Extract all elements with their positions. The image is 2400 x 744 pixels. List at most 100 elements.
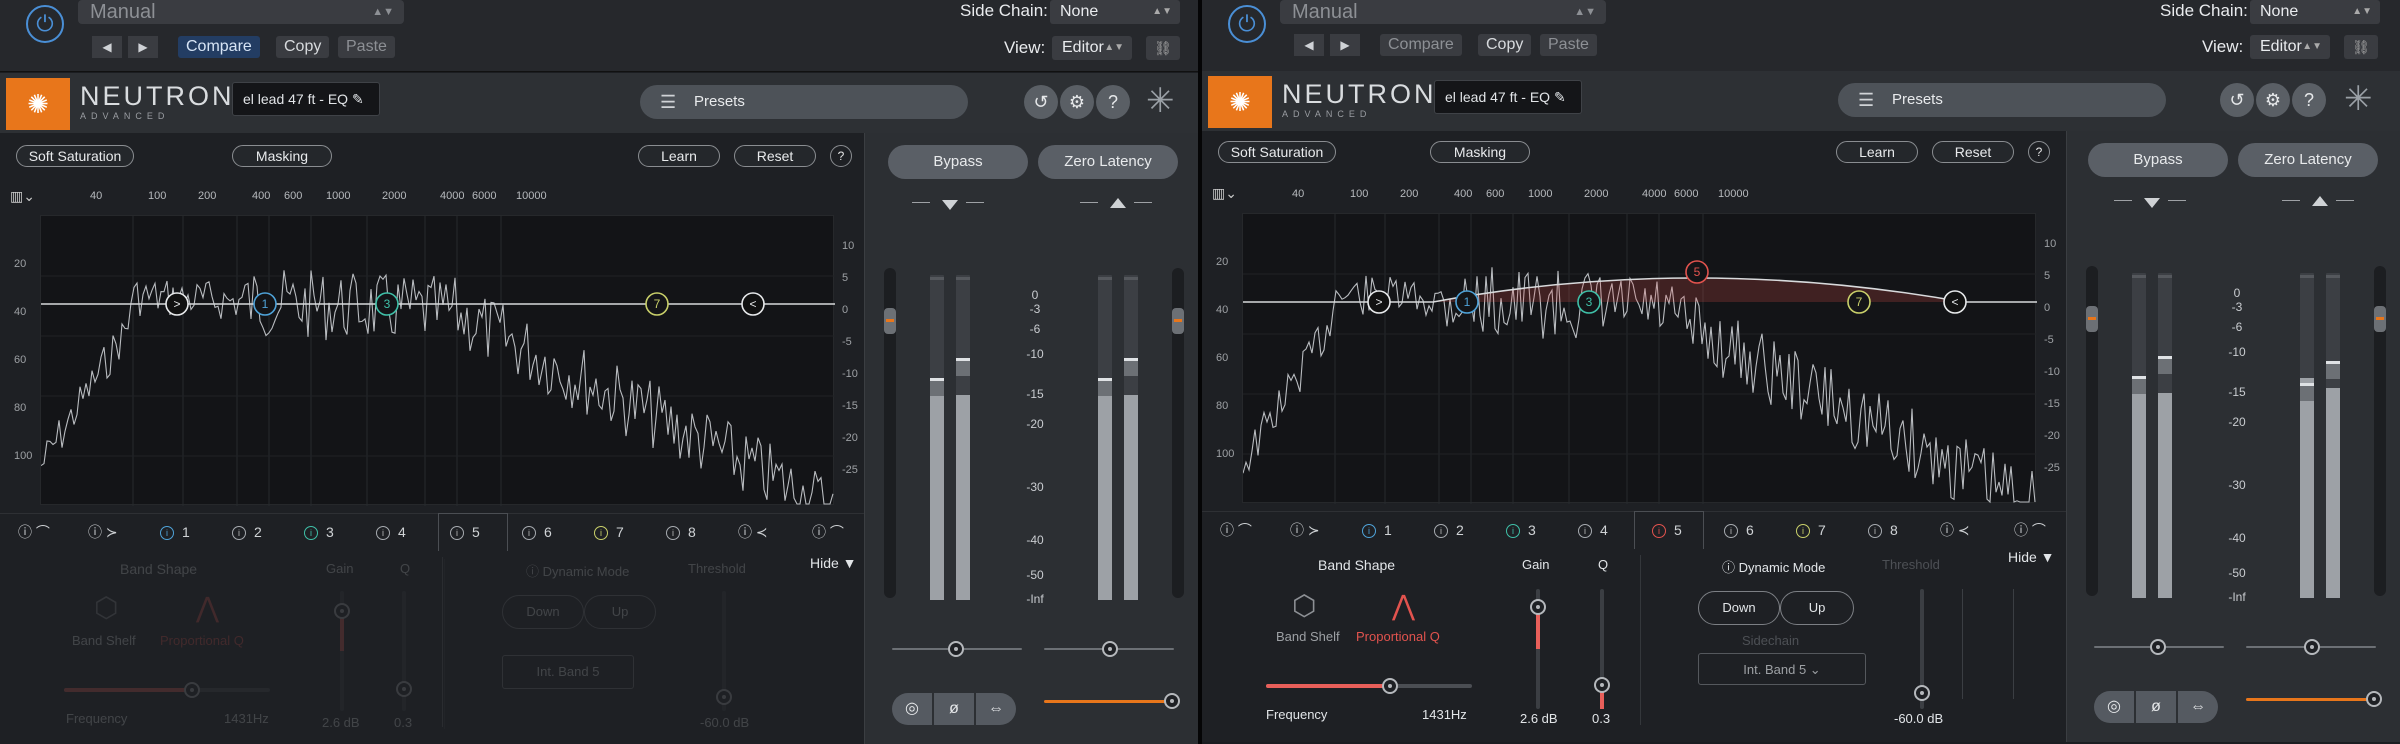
help-icon[interactable]: ? [2028,141,2050,163]
proportional-q-icon[interactable]: ⋀ [196,591,219,624]
high-shelf-tab[interactable]: ⓘ ≺ [738,520,768,544]
masking-button[interactable]: Masking [232,145,332,167]
stereo-icon[interactable]: ◎ [2094,691,2134,723]
band-tab-5[interactable]: i5 [450,520,480,544]
q-knob[interactable] [1594,677,1610,693]
band-tab-3[interactable]: i3 [1506,518,1536,542]
power-icon[interactable]: i [1652,524,1666,538]
low-shelf-tab[interactable]: ⓘ ≻ [1290,518,1320,542]
up-button[interactable]: Up [1780,591,1854,625]
input-gain-slider[interactable] [884,268,896,598]
width-knob[interactable] [948,641,964,657]
mix-slider[interactable] [2246,698,2376,701]
band-tab-6[interactable]: i6 [1724,518,1754,542]
stereo-icon[interactable]: ◎ [892,693,932,725]
module-name-field[interactable]: el lead 47 ft - EQ ✎ [1434,80,1582,114]
dynamic-mode-label[interactable]: ⓘ Dynamic Mode [1722,557,1825,576]
band-tab-7[interactable]: i7 [594,520,624,544]
copy-button[interactable]: Copy [1478,34,1532,56]
link-icon[interactable]: ⛓ [1146,36,1180,60]
output-gain-slider[interactable] [2374,266,2386,596]
band-tab-5[interactable]: i5 [1652,518,1682,542]
hide-button[interactable]: Hide ▼ [810,555,857,571]
sidechain-select[interactable]: Int. Band 5 [502,655,634,689]
paste-button[interactable]: Paste [338,36,395,58]
power-icon[interactable]: i [1724,524,1738,538]
power-icon[interactable]: i [666,526,680,540]
input-gain-slider[interactable] [2086,266,2098,596]
sidechain-select[interactable]: Int. Band 5 ⌄ [1698,653,1866,685]
pencil-icon[interactable]: ✎ [1554,89,1566,105]
power-icon[interactable]: i [304,526,318,540]
power-icon[interactable]: i [160,526,174,540]
down-button[interactable]: Down [502,595,584,629]
power-icon[interactable]: i [1796,524,1810,538]
q-knob[interactable] [396,681,412,697]
band-tab-3[interactable]: i3 [304,520,334,544]
slider-handle[interactable] [1172,308,1184,334]
history-icon[interactable]: ↺ [2220,83,2254,117]
pan-knob[interactable] [1102,641,1118,657]
down-button[interactable]: Down [1698,591,1780,625]
frequency-knob[interactable] [184,682,200,698]
mix-slider[interactable] [1044,700,1174,703]
phase-invert-icon[interactable]: ø [934,693,974,725]
power-icon[interactable]: i [1506,524,1520,538]
phase-invert-icon[interactable]: ø [2136,691,2176,723]
frequency-knob[interactable] [1382,678,1398,694]
compare-button[interactable]: Compare [1380,34,1462,56]
band-shelf-icon[interactable]: ⬡ [1292,589,1316,622]
route-icon[interactable]: ✳ [1146,81,1175,121]
threshold-knob[interactable] [1914,685,1930,701]
band-tab-1[interactable]: i1 [160,520,190,544]
band-tab-8[interactable]: i8 [666,520,696,544]
high-shelf-tab[interactable]: ⓘ ≺ [1940,518,1970,542]
eq-graph[interactable]: >1 3 7 <5 [1242,213,2037,504]
help-icon[interactable]: ? [1096,85,1130,119]
spectrum-view-icon[interactable]: ▥⌄ [1212,185,1237,202]
preset-dropdown[interactable]: Manual ▲▼ [78,0,404,24]
learn-button[interactable]: Learn [1836,141,1918,163]
soft-saturation-button[interactable]: Soft Saturation [1218,141,1336,163]
module-name-field[interactable]: el lead 47 ft - EQ ✎ [232,82,380,116]
zero-latency-button[interactable]: Zero Latency [1038,145,1178,179]
copy-button[interactable]: Copy [276,36,330,58]
band-tab-2[interactable]: i2 [1434,518,1464,542]
frequency-slider[interactable] [64,688,270,692]
presets-button[interactable]: ☰ Presets [640,85,968,119]
reset-button[interactable]: Reset [734,145,816,167]
sidechain-select[interactable]: None ▲▼ [2250,0,2380,24]
hide-button[interactable]: Hide ▼ [2008,549,2055,565]
band-tab-6[interactable]: i6 [522,520,552,544]
power-icon[interactable]: i [594,526,608,540]
mix-knob[interactable] [2366,691,2382,707]
help-icon[interactable]: ? [830,145,852,167]
power-icon[interactable]: i [450,526,464,540]
band-tab-4[interactable]: i4 [1578,518,1608,542]
compare-button[interactable]: Compare [178,36,260,58]
high-cut-tab[interactable]: ⓘ ⌒ [2014,518,2046,542]
mix-knob[interactable] [1164,693,1180,709]
gear-icon[interactable]: ⚙ [2256,83,2290,117]
power-icon[interactable]: i [376,526,390,540]
next-preset-button[interactable]: ▶ [1330,34,1360,56]
power-icon[interactable]: i [1578,524,1592,538]
up-button[interactable]: Up [584,595,656,629]
bypass-button[interactable]: Bypass [2088,143,2228,177]
route-icon[interactable]: ✳ [2344,79,2373,119]
slider-handle[interactable] [884,308,896,334]
spectrum-view-icon[interactable]: ▥⌄ [10,188,35,205]
sidechain-select[interactable]: None ▲▼ [1050,0,1180,24]
history-icon[interactable]: ↺ [1024,85,1058,119]
slider-handle[interactable] [2086,306,2098,332]
power-icon[interactable]: i [1434,524,1448,538]
dynamic-mode-label[interactable]: ⓘ Dynamic Mode [526,561,629,580]
gear-icon[interactable]: ⚙ [1060,85,1094,119]
soft-saturation-button[interactable]: Soft Saturation [16,145,134,167]
band-tab-1[interactable]: i1 [1362,518,1392,542]
zero-latency-button[interactable]: Zero Latency [2238,143,2378,177]
pencil-icon[interactable]: ✎ [352,91,364,107]
band-tab-2[interactable]: i2 [232,520,262,544]
paste-button[interactable]: Paste [1540,34,1597,56]
view-select[interactable]: Editor ▲▼ [2250,35,2330,59]
